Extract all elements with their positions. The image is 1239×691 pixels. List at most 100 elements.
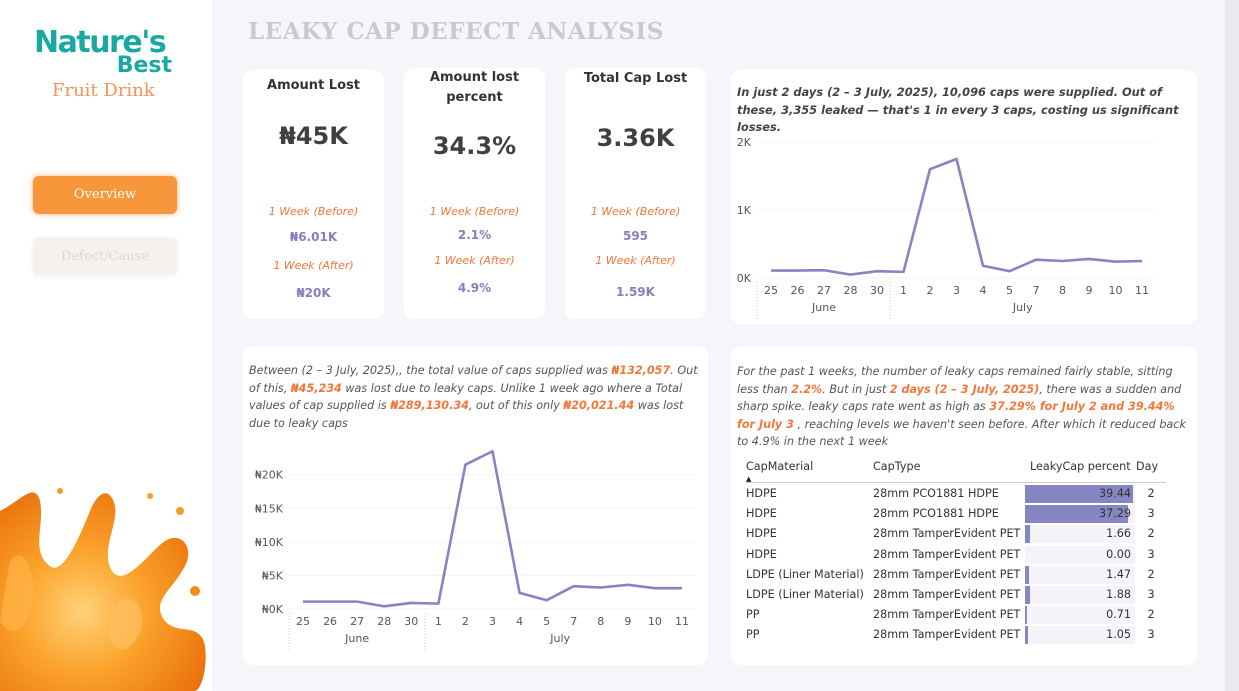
value-lost-line-chart: ₦0K ₦5K ₦10K ₦15K ₦20K 25 26 27 28 30 1 2 3 4 5 7 8 9 10 11… bbox=[255, 449, 694, 651]
kpi-before-label: 1 Week (Before) bbox=[268, 205, 359, 218]
sidebar: Nature's Best Fruit Drink Overview Defec… bbox=[0, 0, 212, 691]
note-highlight: ₦289,130.34 bbox=[390, 399, 469, 412]
nav-overview-button[interactable]: Overview bbox=[33, 176, 177, 214]
kpi-after-label: 1 Week (After) bbox=[595, 254, 676, 267]
note-text: Between (2 – 3 July, 2025),, the total v… bbox=[249, 364, 612, 377]
cell-leakycap-percent: 1.05 bbox=[1106, 628, 1131, 642]
x-tick-label: 25 bbox=[764, 284, 778, 297]
y-tick-label: ₦0K bbox=[262, 603, 284, 616]
page-title: LEAKY CAP DEFECT ANALYSIS bbox=[248, 18, 664, 45]
table-row[interactable]: LDPE (Liner Material) 28mm TamperEvident … bbox=[746, 585, 1176, 605]
cell-day: 3 bbox=[1147, 507, 1155, 521]
brand-subtitle: Fruit Drink bbox=[52, 80, 155, 101]
x-tick-label: 1 bbox=[900, 284, 907, 297]
x-tick-label: 27 bbox=[350, 615, 364, 628]
month-label-june: June bbox=[811, 301, 836, 314]
cell-day: 2 bbox=[1147, 567, 1155, 581]
note-highlight: 2 days (2 – 3 July, 2025) bbox=[889, 382, 1040, 396]
x-tick-label: 2 bbox=[462, 615, 469, 628]
x-tick-label: 3 bbox=[489, 615, 496, 628]
table-row[interactable]: LDPE (Liner Material) 28mm TamperEvident … bbox=[746, 565, 1176, 585]
header-day[interactable]: Day bbox=[1136, 457, 1166, 477]
header-capmaterial[interactable]: CapMaterial bbox=[746, 457, 813, 477]
x-tick-label: 7 bbox=[570, 615, 577, 628]
x-tick-label: 8 bbox=[1059, 284, 1066, 297]
note-highlight: ₦132,057 bbox=[611, 364, 671, 377]
month-label-july: July bbox=[1012, 301, 1033, 314]
kpi-card-amount-lost-percent: Amount lost percent 34.3% 1 Week (Before… bbox=[404, 68, 545, 319]
table-row[interactable]: HDPE 28mm TamperEvident PET 1.66 2 bbox=[746, 524, 1176, 544]
nav-defect-cause-button[interactable]: Defect/Cause bbox=[33, 238, 177, 276]
cell-captype: 28mm PCO1881 HDPE bbox=[873, 487, 999, 500]
header-divider bbox=[746, 482, 1166, 483]
cell-leakycap-percent: 0.00 bbox=[1106, 547, 1131, 561]
y-tick-label: ₦5K bbox=[262, 569, 284, 582]
cell-capmaterial: LDPE (Liner Material) bbox=[746, 588, 864, 601]
kpi-after-value: 1.59K bbox=[616, 285, 655, 299]
month-label-july: July bbox=[549, 632, 570, 645]
y-tick-label: ₦15K bbox=[255, 502, 284, 515]
x-tick-label: 28 bbox=[844, 284, 858, 297]
y-tick-label: 1K bbox=[737, 204, 752, 217]
x-tick-label: 27 bbox=[817, 284, 831, 297]
value-summary-note: Between (2 – 3 July, 2025),, the total v… bbox=[249, 362, 704, 432]
kpi-after-label: 1 Week (After) bbox=[273, 259, 354, 272]
x-tick-label: 5 bbox=[1006, 284, 1013, 297]
cell-captype: 28mm PCO1881 HDPE bbox=[873, 507, 999, 521]
x-tick-label: 5 bbox=[543, 615, 550, 628]
table-row[interactable]: HDPE 28mm TamperEvident PET 0.00 3 bbox=[746, 545, 1176, 565]
x-tick-label: 4 bbox=[516, 615, 523, 628]
table-row[interactable]: HDPE 28mm PCO1881 HDPE 37.29 3 bbox=[746, 504, 1176, 524]
table-row[interactable]: PP 28mm TamperEvident PET 0.71 2 bbox=[746, 605, 1176, 625]
caps-lost-line-chart: 0K 1K 2K 25 26 27 28 30 1 2 3 4 5 7 8 9 10 11 June July bbox=[737, 136, 1154, 320]
month-label-june: June bbox=[344, 632, 369, 645]
kpi-value: 34.3% bbox=[432, 132, 517, 160]
header-leakycap-percent[interactable]: LeakyCap percent bbox=[1025, 457, 1135, 477]
cell-leakycap-percent: 1.88 bbox=[1106, 588, 1131, 601]
x-tick-label: 28 bbox=[377, 615, 391, 628]
note-text: , reaching levels we haven't seen before… bbox=[737, 417, 1186, 449]
x-tick-label: 8 bbox=[597, 615, 604, 628]
note-highlight: ₦20,021.44 bbox=[563, 399, 635, 412]
kpi-before-value: 2.1% bbox=[457, 228, 492, 242]
trend-summary-note: For the past 1 weeks, the number of leak… bbox=[737, 363, 1189, 451]
x-tick-label: 2 bbox=[927, 284, 934, 297]
kpi-after-value: 4.9% bbox=[457, 281, 492, 295]
table-row[interactable]: HDPE 28mm PCO1881 HDPE 39.44 2 bbox=[746, 484, 1176, 504]
x-tick-label: 9 bbox=[1086, 284, 1093, 297]
note-text: . But in just bbox=[822, 382, 890, 396]
x-tick-label: 9 bbox=[624, 615, 631, 628]
kpi-value: 3.36K bbox=[596, 124, 675, 152]
cell-leakycap-percent: 1.47 bbox=[1106, 567, 1131, 581]
cell-capmaterial: PP bbox=[746, 608, 760, 622]
cell-leakycap-percent: 39.44 bbox=[1098, 487, 1131, 500]
kpi-after-value: ₦20K bbox=[296, 286, 331, 300]
cell-capmaterial: HDPE bbox=[746, 487, 777, 500]
kpi-before-label: 1 Week (Before) bbox=[429, 205, 520, 218]
y-tick-label: ₦10K bbox=[255, 536, 284, 549]
x-tick-label: 1 bbox=[435, 615, 442, 628]
y-tick-label: 0K bbox=[737, 272, 752, 285]
cell-capmaterial: PP bbox=[746, 628, 760, 642]
kpi-title: Amount lost percent bbox=[429, 70, 520, 105]
x-tick-label: 26 bbox=[791, 284, 805, 297]
header-captype[interactable]: CapType bbox=[873, 457, 920, 477]
x-tick-label: 10 bbox=[648, 615, 662, 628]
x-tick-label: 11 bbox=[1135, 284, 1149, 297]
y-tick-label: 2K bbox=[737, 136, 752, 149]
note-highlight: ₦45,234 bbox=[290, 381, 342, 395]
table-row[interactable]: PP 28mm TamperEvident PET 1.05 3 bbox=[746, 625, 1176, 645]
note-text: , out of this only bbox=[468, 399, 564, 412]
x-tick-label: 10 bbox=[1109, 284, 1123, 297]
cell-captype: 28mm TamperEvident PET bbox=[873, 567, 1021, 581]
kpi-before-label: 1 Week (Before) bbox=[590, 205, 681, 218]
kpi-before-value: ₦6.01K bbox=[289, 230, 338, 244]
series-line bbox=[771, 157, 1143, 276]
kpi-after-label: 1 Week (After) bbox=[434, 254, 515, 267]
kpi-before-value: 595 bbox=[622, 229, 649, 243]
x-tick-label: 26 bbox=[323, 615, 337, 628]
juice-splash-image bbox=[0, 488, 206, 691]
cell-captype: 28mm TamperEvident PET bbox=[873, 547, 1021, 561]
x-tick-label: 30 bbox=[404, 615, 418, 628]
note-highlight: 2.2% bbox=[791, 382, 823, 396]
